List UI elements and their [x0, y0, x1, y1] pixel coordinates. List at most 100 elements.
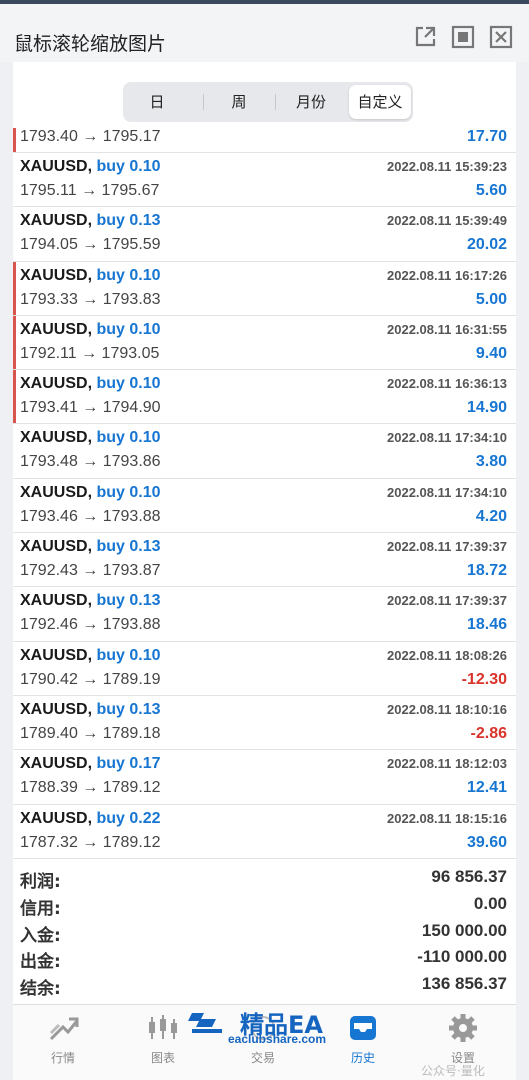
deal-symbol-name: XAUUSD, — [20, 646, 93, 664]
summary-label: 入金: — [20, 926, 61, 946]
deal-list: 1793.40 → 1795.17 17.70 XAUUSD, buy 0.10… — [13, 128, 516, 859]
deal-direction: buy 0.22 — [96, 809, 161, 827]
deal-profit: 20.02 — [466, 236, 507, 254]
deal-symbol-name: XAUUSD, — [20, 809, 93, 827]
deal-time: 2022.08.11 16:31:55 — [387, 321, 507, 337]
deal-prices: 1792.11 → 1793.05 — [20, 344, 160, 362]
settings-icon — [449, 1014, 477, 1042]
deal-symbol: XAUUSD, buy 0.10 — [20, 647, 161, 665]
deal-time: 2022.08.11 17:34:10 — [387, 430, 507, 446]
deal-symbol: XAUUSD, buy 0.13 — [20, 701, 161, 719]
watermark-url: eaclubshare.com — [228, 1032, 327, 1046]
deal-profit: 17.70 — [466, 128, 507, 145]
nav-quotes[interactable]: 行情 — [13, 1005, 113, 1080]
deal-symbol-name: XAUUSD, — [20, 375, 93, 393]
maximize-icon[interactable] — [451, 25, 475, 49]
deal-symbol-name: XAUUSD, — [20, 592, 93, 610]
nav-label: 行情 — [50, 1051, 75, 1065]
deal-row[interactable]: XAUUSD, buy 0.10 2022.08.11 17:34:10 1793.… — [13, 479, 516, 534]
deal-symbol-name: XAUUSD, — [20, 483, 93, 501]
summary-row-profit: 利润: 96 856.37 — [13, 865, 516, 892]
deal-symbol: XAUUSD, buy 0.10 — [20, 267, 161, 285]
deal-row[interactable]: 1793.40 → 1795.17 17.70 — [13, 128, 516, 153]
deal-time: 2022.08.11 15:39:49 — [387, 213, 507, 229]
deal-symbol-name: XAUUSD, — [20, 429, 93, 447]
deal-symbol-name: XAUUSD, — [20, 212, 93, 230]
deal-prices: 1793.41 → 1794.90 — [20, 399, 161, 417]
tab-day[interactable]: 日 — [129, 85, 185, 119]
deal-symbol: XAUUSD, buy 0.13 — [20, 212, 161, 230]
deal-symbol-name: XAUUSD, — [20, 266, 93, 284]
deal-symbol: XAUUSD, buy 0.10 — [20, 429, 161, 447]
period-selector-bar: 日 周 月份 自定义 — [13, 62, 516, 130]
deal-symbol-name: XAUUSD, — [20, 320, 93, 338]
deal-direction: buy 0.13 — [96, 592, 161, 610]
deal-prices: 1793.46 → 1793.88 — [20, 507, 161, 525]
deal-prices: 1792.46 → 1793.88 — [20, 616, 161, 634]
deal-row[interactable]: XAUUSD, buy 0.10 2022.08.11 16:31:55 1792.… — [13, 315, 516, 371]
tab-month[interactable]: 月份 — [275, 85, 347, 119]
tab-week[interactable]: 周 — [203, 85, 275, 119]
open-external-icon[interactable] — [413, 25, 437, 49]
deal-symbol: XAUUSD, buy 0.10 — [20, 375, 161, 393]
summary-value: 150 000.00 — [421, 921, 507, 940]
deal-direction: buy 0.10 — [96, 320, 161, 338]
deal-row[interactable]: XAUUSD, buy 0.10 2022.08.11 16:17:26 1793.… — [13, 261, 516, 316]
deal-row[interactable]: XAUUSD, buy 0.10 2022.08.11 17:34:10 1793.… — [13, 424, 516, 479]
deal-row[interactable]: XAUUSD, buy 0.22 2022.08.11 18:15:16 1787.… — [13, 805, 516, 859]
deal-direction: buy 0.10 — [96, 266, 161, 284]
deal-marker — [13, 128, 16, 152]
deal-prices: 1790.42 → 1789.19 — [20, 670, 161, 688]
deal-symbol: XAUUSD, buy 0.13 — [20, 592, 161, 610]
deal-prices: 1787.32 → 1789.12 — [20, 833, 161, 851]
summary-value: -110 000.00 — [417, 947, 507, 966]
close-icon[interactable] — [489, 25, 513, 49]
deal-symbol: XAUUSD, buy 0.10 — [20, 484, 161, 502]
deal-direction: buy 0.10 — [96, 375, 161, 393]
summary-value: 96 856.37 — [431, 867, 507, 886]
summary-label: 利润: — [20, 872, 61, 892]
period-segmented-control: 日 周 月份 自定义 — [123, 82, 413, 122]
deal-profit: 3.80 — [475, 453, 507, 471]
deal-row[interactable]: XAUUSD, buy 0.13 2022.08.11 17:39:37 1792.… — [13, 533, 516, 588]
summary-label: 信用: — [20, 899, 61, 919]
deal-prices: 1788.39 → 1789.12 — [20, 779, 161, 797]
deal-direction: buy 0.10 — [96, 646, 161, 664]
tab-custom[interactable]: 自定义 — [349, 85, 411, 119]
nav-label: 交易 — [250, 1051, 275, 1065]
deal-direction: buy 0.17 — [96, 755, 161, 773]
deal-time: 2022.08.11 17:39:37 — [387, 593, 507, 609]
quotes-icon — [49, 1017, 79, 1041]
deal-symbol: XAUUSD, buy 0.13 — [20, 538, 161, 556]
deal-prices: 1789.40 → 1789.18 — [20, 724, 161, 742]
deal-prices: 1792.43 → 1793.87 — [20, 562, 161, 580]
deal-symbol-name: XAUUSD, — [20, 700, 93, 718]
deal-symbol-name: XAUUSD, — [20, 755, 93, 773]
deal-time: 2022.08.11 17:39:37 — [387, 539, 507, 555]
deal-direction: buy 0.13 — [96, 538, 161, 556]
deal-time: 2022.08.11 16:36:13 — [387, 376, 507, 392]
deal-prices: 1795.11 → 1795.67 — [20, 182, 160, 199]
deal-symbol-name: XAUUSD, — [20, 538, 93, 556]
deal-row[interactable]: XAUUSD, buy 0.13 2022.08.11 17:39:37 1792.… — [13, 587, 516, 642]
deal-direction: buy 0.10 — [96, 483, 161, 501]
deal-row[interactable]: XAUUSD, buy 0.17 2022.08.11 18:12:03 1788.… — [13, 750, 516, 805]
deal-row[interactable]: XAUUSD, buy 0.10 2022.08.11 15:39:23 1795.… — [13, 153, 516, 208]
deal-row[interactable]: XAUUSD, buy 0.10 2022.08.11 16:36:13 1793.… — [13, 370, 516, 425]
deal-row[interactable]: XAUUSD, buy 0.13 2022.08.11 15:39:49 1794.… — [13, 207, 516, 262]
terminal-screen: 日 周 月份 自定义 1793.40 → 1795.17 17.70 XAUUS… — [13, 62, 516, 1080]
deal-profit: 5.00 — [475, 290, 507, 308]
deal-prices: 1794.05 → 1795.59 — [20, 236, 161, 254]
deal-time: 2022.08.11 16:17:26 — [387, 267, 507, 283]
deal-row[interactable]: XAUUSD, buy 0.13 2022.08.11 18:10:16 1789.… — [13, 696, 516, 751]
deal-direction: buy 0.13 — [96, 700, 161, 718]
summary-row-deposit: 入金: 150 000.00 — [13, 919, 516, 946]
deal-marker — [13, 315, 16, 370]
summary-label: 结余: — [20, 979, 61, 999]
window-titlebar: 鼠标滚轮缩放图片 — [0, 4, 529, 62]
deal-time: 2022.08.11 17:34:10 — [387, 484, 507, 500]
deal-symbol: XAUUSD, buy 0.10 — [20, 158, 161, 176]
deal-row[interactable]: XAUUSD, buy 0.10 2022.08.11 18:08:26 1790.… — [13, 642, 516, 696]
deal-direction: buy 0.10 — [96, 158, 161, 175]
deal-time: 2022.08.11 18:12:03 — [387, 756, 507, 772]
